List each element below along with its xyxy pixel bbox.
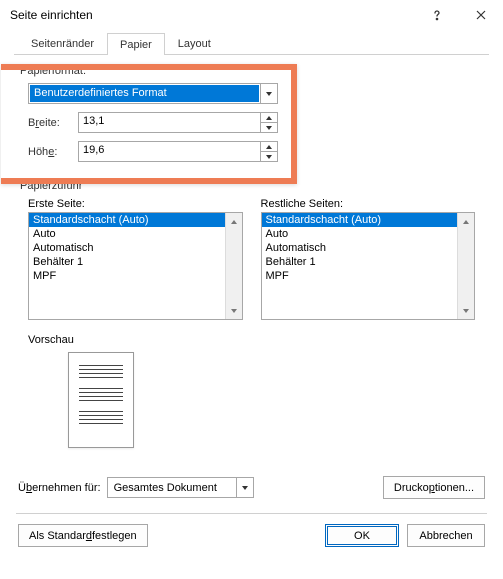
tab-bar: Seitenränder Papier Layout xyxy=(14,32,489,55)
list-item[interactable]: MPF xyxy=(29,269,225,283)
preview-group: Vorschau xyxy=(16,334,487,448)
list-item[interactable]: Automatisch xyxy=(262,241,458,255)
width-label: Breite: xyxy=(28,117,78,129)
other-pages-listbox[interactable]: Standardschacht (Auto) Auto Automatisch … xyxy=(261,212,476,320)
scroll-down-icon[interactable] xyxy=(226,302,242,319)
other-pages-label: Restliche Seiten: xyxy=(261,198,476,210)
scroll-up-icon[interactable] xyxy=(226,213,242,230)
apply-to-label: Übernehmen für: xyxy=(18,482,101,494)
width-value[interactable]: 13,1 xyxy=(79,113,260,132)
paperformat-label: Papierformat: xyxy=(16,65,487,77)
apply-to-select[interactable]: Gesamtes Dokument xyxy=(107,477,254,498)
print-options-button[interactable]: Druckoptionen... xyxy=(383,476,485,499)
preview-page xyxy=(68,352,134,448)
tab-layout[interactable]: Layout xyxy=(165,32,224,54)
paperformat-value: Benutzerdefiniertes Format xyxy=(30,85,259,102)
height-up-button[interactable] xyxy=(261,142,277,151)
chevron-down-icon xyxy=(236,478,253,497)
list-item[interactable]: Behälter 1 xyxy=(262,255,458,269)
window-title: Seite einrichten xyxy=(10,8,415,22)
first-page-label: Erste Seite: xyxy=(28,198,243,210)
list-item[interactable]: Standardschacht (Auto) xyxy=(29,213,225,227)
list-item[interactable]: Behälter 1 xyxy=(29,255,225,269)
width-down-button[interactable] xyxy=(261,122,277,132)
height-value[interactable]: 19,6 xyxy=(79,142,260,161)
list-item[interactable]: Standardschacht (Auto) xyxy=(262,213,458,227)
list-item[interactable]: Auto xyxy=(29,227,225,241)
chevron-down-icon xyxy=(260,84,277,103)
apply-to-value: Gesamtes Dokument xyxy=(108,482,236,494)
paperformat-group: Papierformat: Benutzerdefiniertes Format… xyxy=(16,65,487,162)
paper-source-label: Papierzufuhr xyxy=(16,180,487,192)
height-down-button[interactable] xyxy=(261,151,277,161)
scroll-down-icon[interactable] xyxy=(458,302,474,319)
tab-margins[interactable]: Seitenränder xyxy=(18,32,107,54)
ok-button[interactable]: OK xyxy=(325,524,399,547)
scrollbar[interactable] xyxy=(225,213,242,319)
first-page-listbox[interactable]: Standardschacht (Auto) Auto Automatisch … xyxy=(28,212,243,320)
scroll-up-icon[interactable] xyxy=(458,213,474,230)
help-button[interactable] xyxy=(415,0,459,30)
page-setup-dialog: Seite einrichten Seitenränder Papier Lay… xyxy=(0,0,503,579)
tab-paper[interactable]: Papier xyxy=(107,33,165,55)
width-up-button[interactable] xyxy=(261,113,277,122)
scrollbar[interactable] xyxy=(457,213,474,319)
list-item[interactable]: MPF xyxy=(262,269,458,283)
height-label: Höhe: xyxy=(28,146,78,158)
list-item[interactable]: Auto xyxy=(262,227,458,241)
preview-label: Vorschau xyxy=(28,334,475,346)
height-spinner[interactable]: 19,6 xyxy=(78,141,278,162)
set-default-button[interactable]: Als Standard festlegen xyxy=(18,524,148,547)
titlebar: Seite einrichten xyxy=(0,0,503,30)
list-item[interactable]: Automatisch xyxy=(29,241,225,255)
paperformat-select[interactable]: Benutzerdefiniertes Format xyxy=(28,83,278,104)
close-button[interactable] xyxy=(459,0,503,30)
cancel-button[interactable]: Abbrechen xyxy=(407,524,485,547)
width-spinner[interactable]: 13,1 xyxy=(78,112,278,133)
paper-source-group: Papierzufuhr Erste Seite: Standardschach… xyxy=(16,180,487,320)
